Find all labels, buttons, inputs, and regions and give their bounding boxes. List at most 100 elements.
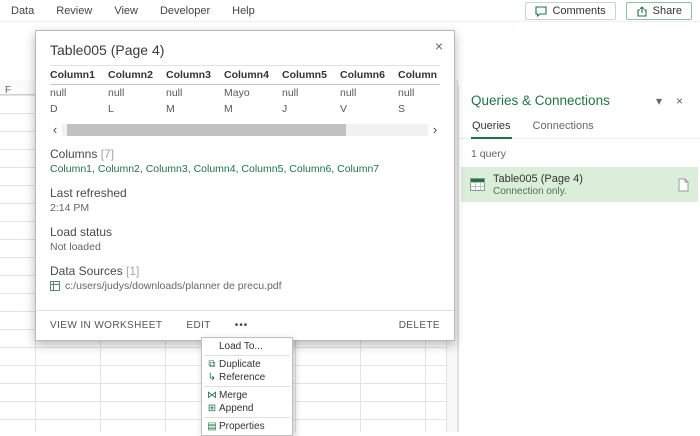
peek-title: Table005 (Page 4) [50, 42, 165, 58]
last-refreshed-label: Last refreshed [50, 186, 127, 200]
preview-cell: null [166, 87, 183, 99]
share-label: Share [652, 5, 682, 17]
more-options-button[interactable]: ••• [235, 320, 249, 331]
topbar-actions: Comments Share [525, 2, 692, 20]
ribbon-tab-data[interactable]: Data [0, 0, 45, 22]
preview-cell: Mayo [224, 87, 250, 99]
preview-cell: S [398, 103, 406, 115]
peek-action-bar: VIEW IN WORKSHEET EDIT ••• DELETE [36, 310, 454, 340]
menu-item-label: Reference [219, 372, 266, 383]
menu-item-reference[interactable]: ↳ Reference [202, 371, 292, 384]
menu-item-duplicate[interactable]: ⧉ Duplicate [202, 358, 292, 371]
comments-button[interactable]: Comments [525, 2, 616, 20]
preview-cell: L [108, 103, 114, 115]
preview-cell: M [166, 103, 175, 115]
columns-count: [7] [100, 147, 115, 161]
preview-col-header: Column3 [166, 65, 224, 85]
preview-row: D L M M J V S [50, 101, 440, 117]
query-name: Table005 (Page 4) [493, 172, 583, 185]
pane-header: Queries & Connections ▾ × [459, 85, 700, 114]
data-sources-label-text: Data Sources [50, 264, 123, 278]
preview-col-header: Column5 [282, 65, 340, 85]
menu-item-merge[interactable]: ⋈ Merge [202, 389, 292, 402]
menu-separator [204, 355, 290, 356]
append-icon: ⊞ [207, 403, 217, 414]
preview-cell: M [224, 103, 233, 115]
pane-close-icon[interactable]: × [669, 94, 690, 108]
preview-col-header: Column6 [340, 65, 398, 85]
ribbon-tab-view[interactable]: View [103, 0, 149, 22]
last-refreshed-value: 2:14 PM [50, 202, 90, 214]
ribbon-tab-bar: Data Review View Developer Help Comments… [0, 0, 700, 22]
preview-cell: D [50, 103, 58, 115]
edit-button[interactable]: EDIT [186, 320, 210, 331]
query-context-menu: Load To... ⧉ Duplicate ↳ Reference ⋈ Mer… [201, 337, 293, 436]
query-status: Connection only. [493, 185, 567, 197]
menu-item-append[interactable]: ⊞ Append [202, 402, 292, 415]
data-source-table-icon [50, 281, 60, 291]
ribbon-tab-developer[interactable]: Developer [149, 0, 221, 22]
hscrollbar-track[interactable] [62, 123, 428, 136]
load-status-value: Not loaded [50, 241, 101, 253]
preview-col-header: Column2 [108, 65, 166, 85]
preview-cell: V [340, 103, 348, 115]
preview-col-header: Column4 [224, 65, 282, 85]
preview-cell: null [108, 87, 125, 99]
preview-cell: J [282, 103, 288, 115]
menu-item-label: Duplicate [219, 359, 261, 370]
menu-item-properties[interactable]: ▤ Properties [202, 420, 292, 433]
hscrollbar-thumb[interactable] [67, 123, 346, 136]
preview-cell: null [398, 87, 415, 99]
columns-section-label: Columns [7] [50, 147, 440, 161]
preview-col-header: Column1 [50, 65, 108, 85]
menu-item-label: Append [219, 403, 254, 414]
query-item-text: Table005 (Page 4) Connection only. [493, 172, 678, 198]
preview-table-clip: Column1 Column2 Column3 Column4 Column5 … [50, 65, 440, 117]
tab-queries[interactable]: Queries [471, 114, 512, 139]
tab-connections[interactable]: Connections [532, 114, 595, 138]
data-sources-label: Data Sources [1] [50, 264, 440, 278]
menu-item-load-to[interactable]: Load To... [202, 340, 292, 353]
menu-separator [204, 417, 290, 418]
load-status-label: Load status [50, 225, 113, 239]
preview-cell: null [50, 87, 67, 99]
pane-tabs: Queries Connections [459, 114, 700, 139]
ribbon-tab-help[interactable]: Help [221, 0, 266, 22]
scroll-left-icon[interactable]: ‹ [50, 123, 60, 136]
menu-item-label: Load To... [219, 341, 263, 352]
queries-connections-pane: Queries & Connections ▾ × Queries Connec… [458, 85, 700, 432]
data-sources-count: [1] [126, 264, 140, 278]
menu-item-label: Properties [219, 421, 265, 432]
query-table-icon [470, 178, 485, 191]
scroll-right-icon[interactable]: › [430, 123, 440, 136]
comments-icon [535, 5, 548, 17]
duplicate-icon: ⧉ [208, 359, 216, 370]
preview-row: null null null Mayo null null null [50, 85, 440, 102]
properties-icon: ▤ [207, 421, 217, 432]
pane-title: Queries & Connections [471, 93, 610, 108]
chevron-down-icon[interactable]: ▾ [649, 94, 669, 108]
menu-separator [204, 386, 290, 387]
share-button[interactable]: Share [625, 2, 692, 20]
preview-col-header: Column [398, 65, 440, 85]
merge-icon: ⋈ [207, 390, 217, 401]
preview-cell: null [340, 87, 357, 99]
preview-hscrollbar: ‹ › [50, 123, 440, 136]
query-peek-popup: Table005 (Page 4) × Column1 Column2 Colu… [35, 30, 455, 341]
share-icon [637, 6, 647, 17]
preview-cell: null [282, 87, 299, 99]
data-source-path: c:/users/judys/downloads/planner de prec… [65, 280, 282, 292]
columns-links[interactable]: Column1, Column2, Column3, Column4, Colu… [50, 163, 440, 175]
data-source-row: c:/users/judys/downloads/planner de prec… [50, 280, 440, 292]
view-in-worksheet-button[interactable]: VIEW IN WORKSHEET [50, 320, 162, 331]
query-page-icon [678, 178, 689, 191]
preview-table: Column1 Column2 Column3 Column4 Column5 … [50, 65, 440, 117]
comments-label: Comments [552, 5, 606, 17]
query-list-item[interactable]: Table005 (Page 4) Connection only. [461, 167, 698, 202]
columns-label-text: Columns [50, 147, 98, 161]
ribbon-tab-review[interactable]: Review [45, 0, 103, 22]
peek-close-icon[interactable]: × [435, 39, 443, 53]
query-count: 1 query [471, 148, 507, 160]
menu-item-label: Merge [219, 390, 248, 401]
delete-button[interactable]: DELETE [399, 320, 440, 331]
